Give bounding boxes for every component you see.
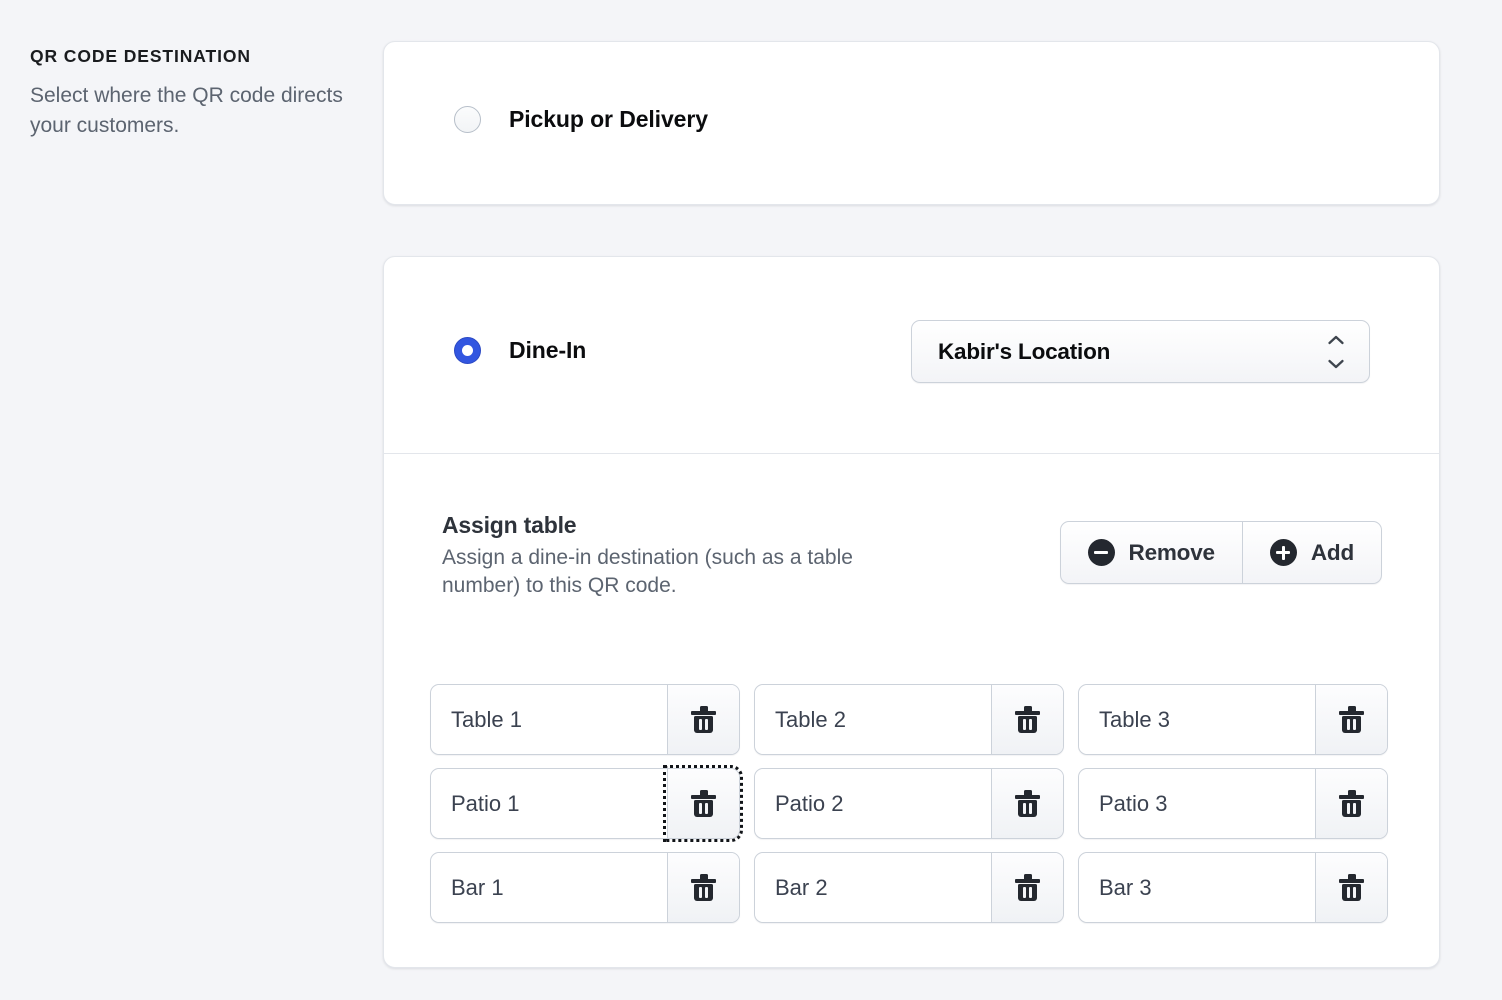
trash-icon (1015, 706, 1040, 733)
table-assignment-item (754, 768, 1064, 839)
trash-icon (1339, 874, 1364, 901)
assign-table-section: Assign table Assign a dine-in destinatio… (442, 511, 1382, 600)
section-title: QR CODE DESTINATION (30, 46, 251, 66)
table-assignment-item (754, 852, 1064, 923)
table-assignment-grid (430, 684, 1395, 923)
table-assignment-item (430, 765, 743, 842)
table-assignment-item (1078, 852, 1388, 923)
table-name-input[interactable] (1079, 853, 1315, 922)
dine-in-option[interactable]: Dine-In (454, 337, 586, 364)
add-remove-button-group: Remove Add (1059, 521, 1382, 584)
delete-table-button[interactable] (991, 685, 1063, 754)
delete-table-button[interactable] (667, 685, 739, 754)
dine-in-label: Dine-In (509, 337, 587, 363)
table-assignment-item (1078, 684, 1388, 755)
minus-circle-icon (1087, 539, 1115, 566)
pickup-or-delivery-card[interactable]: Pickup or Delivery (383, 41, 1440, 205)
assign-table-text: Assign table Assign a dine-in destinatio… (442, 511, 912, 600)
assign-table-header: Assign table Assign a dine-in destinatio… (442, 511, 1382, 600)
card-divider (384, 453, 1439, 454)
table-assignment-item (430, 684, 740, 755)
trash-icon (1339, 790, 1364, 817)
table-assignment-item (754, 684, 1064, 755)
table-name-input[interactable] (431, 769, 667, 838)
delete-table-button[interactable] (1315, 853, 1387, 922)
delete-table-button[interactable] (1315, 769, 1387, 838)
pickup-or-delivery-label: Pickup or Delivery (509, 106, 708, 132)
table-name-input[interactable] (755, 685, 991, 754)
qr-code-destination-page: QR CODE DESTINATION Select where the QR … (0, 0, 1502, 1000)
delete-table-button[interactable] (991, 769, 1063, 838)
delete-table-button[interactable] (663, 765, 743, 842)
table-name-input[interactable] (431, 685, 667, 754)
assign-table-title: Assign table (442, 512, 577, 538)
trash-icon (1015, 874, 1040, 901)
section-subtitle: Select where the QR code directs your cu… (30, 84, 343, 137)
stepper-updown-icon (1326, 335, 1346, 369)
delete-table-button[interactable] (1315, 685, 1387, 754)
location-select[interactable]: Kabir's Location (911, 320, 1370, 383)
table-name-input[interactable] (431, 853, 667, 922)
section-description-column: QR CODE DESTINATION Select where the QR … (30, 46, 360, 141)
trash-icon (691, 874, 716, 901)
add-button-label: Add (1310, 539, 1354, 565)
table-assignment-item (1078, 768, 1388, 839)
table-name-input[interactable] (1079, 769, 1315, 838)
radio-dine-in[interactable] (454, 337, 481, 364)
trash-icon (1339, 706, 1364, 733)
trash-icon (691, 706, 716, 733)
table-name-input[interactable] (755, 853, 991, 922)
location-select-value: Kabir's Location (938, 338, 1111, 364)
table-assignment-item (430, 852, 740, 923)
remove-button[interactable]: Remove (1061, 522, 1242, 583)
assign-table-description: Assign a dine-in destination (such as a … (442, 545, 853, 598)
table-name-input[interactable] (755, 769, 991, 838)
delete-table-button[interactable] (991, 853, 1063, 922)
table-name-input[interactable] (1079, 685, 1315, 754)
delete-table-button[interactable] (667, 853, 739, 922)
trash-icon (1015, 790, 1040, 817)
plus-circle-icon (1269, 539, 1297, 566)
trash-icon (691, 790, 716, 817)
radio-pickup-or-delivery[interactable] (454, 106, 481, 133)
add-button[interactable]: Add (1241, 522, 1381, 583)
remove-button-label: Remove (1128, 539, 1216, 565)
pickup-or-delivery-option[interactable]: Pickup or Delivery (454, 106, 708, 133)
